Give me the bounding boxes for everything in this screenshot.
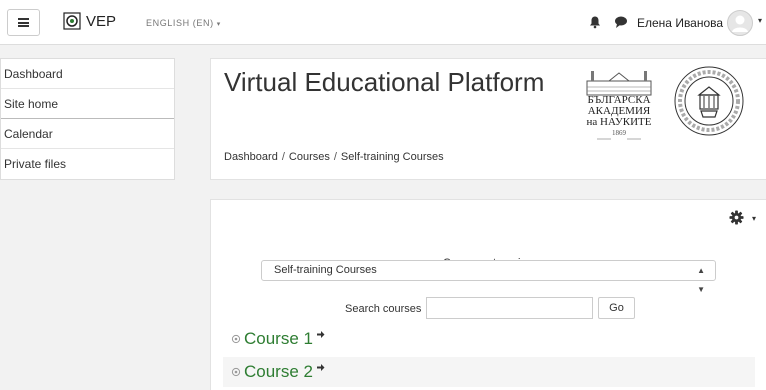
breadcrumb: Dashboard / Courses / Self-training Courses (224, 151, 444, 163)
page-header: Virtual Educational Platform БЪЛГАРСКА А… (210, 58, 766, 180)
academy-line-3: на НАУКИТЕ (586, 116, 652, 128)
enrol-icon (316, 363, 325, 371)
course-bullet-icon (231, 367, 241, 377)
search-courses-input[interactable] (426, 297, 593, 319)
academy-seal-logo (674, 66, 744, 136)
breadcrumb-dashboard[interactable]: Dashboard (224, 151, 278, 163)
go-button[interactable]: Go (598, 297, 635, 319)
course-category-select[interactable]: Self-training Courses ▲ ▼ (261, 260, 716, 294)
language-menu[interactable]: ENGLISH (EN) ▾ (146, 18, 221, 28)
chevron-down-icon: ▾ (216, 21, 221, 28)
selected-category: Self-training Courses (274, 264, 377, 276)
user-menu-chevron-icon[interactable]: ▾ (758, 16, 762, 25)
menu-toggle-button[interactable] (7, 9, 40, 36)
select-arrows-icon: ▲ ▼ (697, 266, 705, 294)
menu-icon (18, 18, 29, 27)
bell-icon[interactable] (588, 15, 602, 29)
enrol-icon (316, 330, 325, 338)
site-brand-link[interactable]: VEP (63, 12, 116, 30)
course-title[interactable]: Course 2 (244, 362, 313, 382)
sidebar-item-site-home[interactable]: Site home (1, 89, 174, 119)
academy-logo-text: БЪЛГАРСКА АКАДЕМИЯ на НАУКИТЕ 1869 (579, 95, 659, 139)
course-bullet-icon (231, 334, 241, 344)
course-item[interactable]: Course 2 (223, 357, 755, 387)
course-item[interactable]: Course 1 (223, 324, 755, 354)
language-label: ENGLISH (EN) (146, 18, 214, 28)
settings-chevron-icon[interactable]: ▾ (752, 214, 756, 223)
avatar-icon[interactable] (727, 10, 753, 36)
sidebar-item-dashboard[interactable]: Dashboard (1, 59, 174, 89)
gear-icon[interactable] (729, 210, 744, 225)
vep-logo-icon (63, 12, 81, 30)
user-name[interactable]: Елена Иванова (637, 16, 723, 30)
search-courses-label: Search courses (345, 303, 422, 315)
course-category-region: ▾ Course categories: Self-training Cours… (210, 199, 766, 390)
top-navbar: VEP ENGLISH (EN) ▾ Елена Иванова ▾ (0, 0, 766, 45)
breadcrumb-courses[interactable]: Courses (289, 151, 330, 163)
page-title: Virtual Educational Platform (224, 67, 545, 97)
breadcrumb-current[interactable]: Self-training Courses (341, 151, 444, 163)
sidebar-item-private-files[interactable]: Private files (1, 149, 174, 179)
academy-year: 1869 (612, 129, 626, 137)
brand-name: VEP (86, 12, 117, 30)
course-title[interactable]: Course 1 (244, 329, 313, 349)
chat-icon[interactable] (614, 15, 628, 29)
sidebar-item-calendar[interactable]: Calendar (1, 119, 174, 149)
navigation-sidebar: Dashboard Site home Calendar Private fil… (0, 58, 175, 180)
